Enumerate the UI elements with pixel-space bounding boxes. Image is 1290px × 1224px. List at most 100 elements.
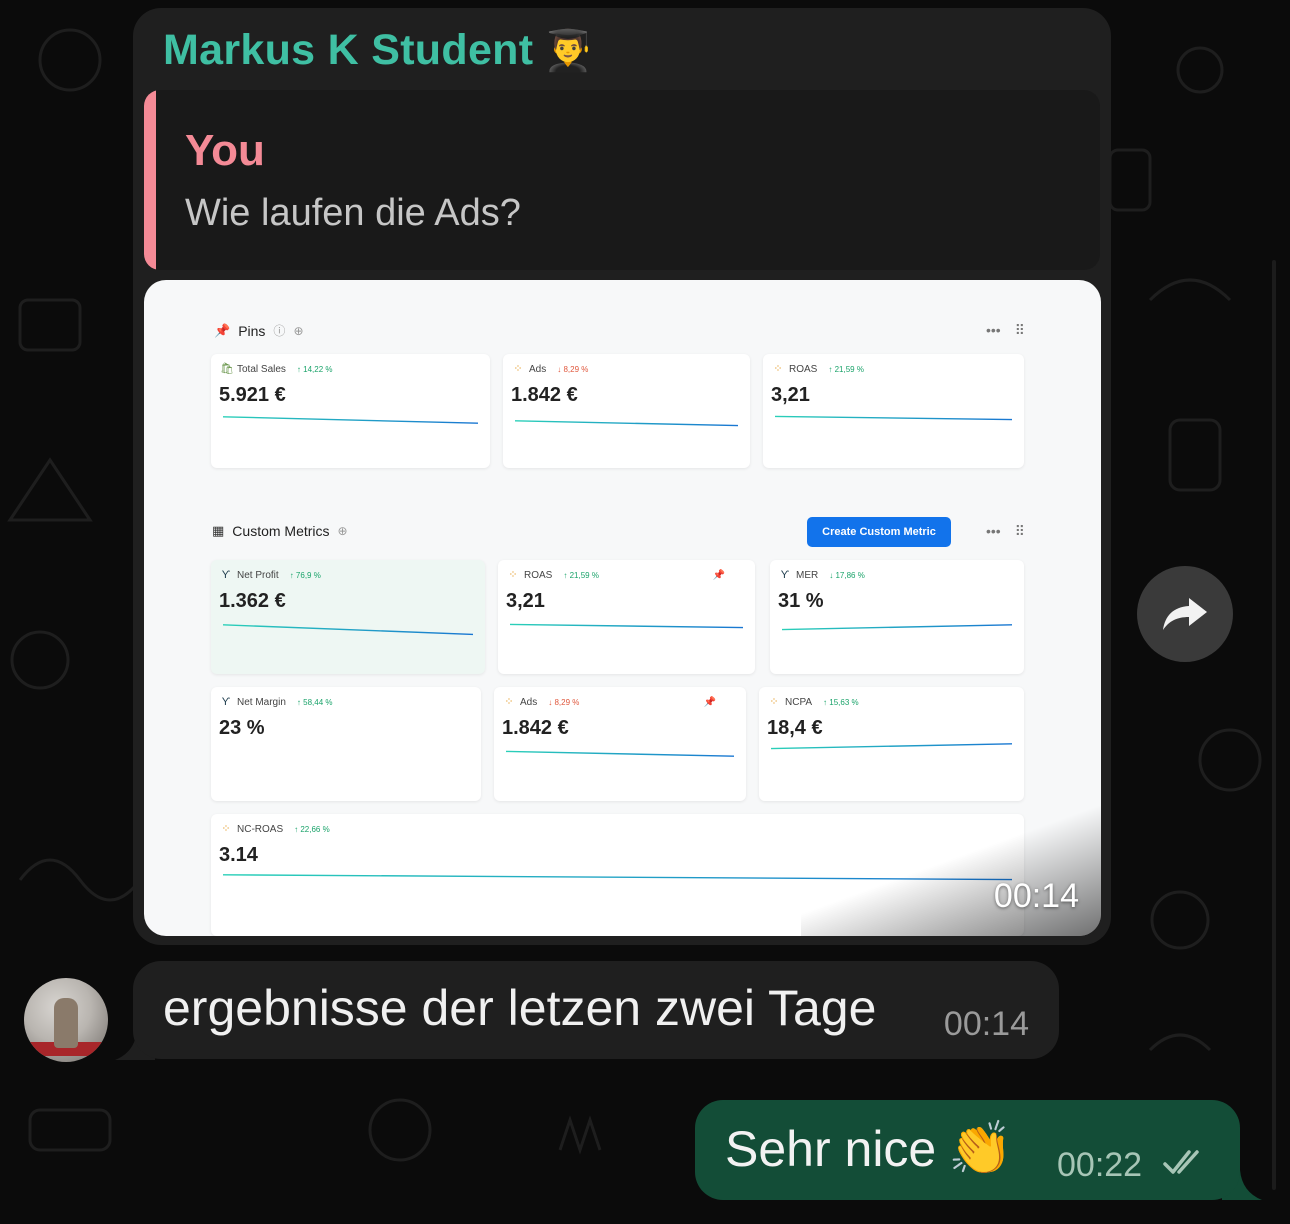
student-emoji: 👨‍🎓 [543,29,594,73]
add-icon: ⊕ [293,323,304,338]
card-header: ⁘ ROAS ↑ 21,59 % [507,569,599,581]
triple-whale-icon: Ƴ [221,569,231,581]
card-value: 3.14 [219,844,258,866]
card-label: MER [796,569,819,581]
triple-whale-icon: Ƴ [780,569,790,581]
clap-emoji: 👏 [948,1120,1013,1178]
delta-badge: ↑ 22,66 % [294,824,330,834]
custom-toolbar: ••• ⠿ [986,523,1025,540]
card-header: ⁘ ROAS ↑ 21,59 % [772,363,864,375]
calculator-icon: ▦ [212,523,225,538]
card-label: Net Profit [237,569,279,581]
metric-card-mer: Ƴ MER ↓ 17,86 % 31 % [770,560,1024,674]
meta-dots-icon: ⁘ [773,363,783,375]
more-icon: ••• [986,523,1001,539]
delta-badge: ↑ 58,44 % [296,697,333,707]
forward-button[interactable] [1137,566,1233,662]
sender-name[interactable]: Markus K Student 👨‍🎓 [163,26,593,75]
metric-card-ncpa: ⁘ NCPA ↑ 15,63 % 18,4 € [759,687,1024,801]
delta-badge: ↑ 76,9 % [289,570,321,580]
meta-dots-icon: ⁘ [513,363,523,375]
delta-badge: ↑ 21,59 % [563,570,599,580]
card-header: ⁘ Ads ↓ 8,29 % [503,696,579,708]
delta-value: 21,59 % [569,570,599,580]
incoming-text-bubble[interactable]: ergebnisse der letzen zwei Tage 00:14 [133,961,1059,1059]
double-check-icon [1163,1150,1199,1174]
sparkline [506,745,734,761]
sparkline [775,410,1012,426]
add-icon: ⊕ [337,524,348,538]
card-label: Total Sales [237,363,286,375]
pins-title: Pins [238,322,266,339]
card-value: 3,21 [771,384,810,406]
delta-value: 8,29 % [563,364,589,374]
pin-icon: 📌 [214,322,231,338]
more-icon: ••• [986,322,1001,338]
meta-dots-icon: ⁘ [508,569,518,581]
delta-value: 58,44 % [303,697,333,707]
avatar[interactable] [24,978,108,1062]
message-time: 00:22 [1057,1146,1143,1184]
incoming-message-bubble[interactable]: Markus K Student 👨‍🎓 You Wie laufen die A… [133,8,1111,945]
card-header: 🛍 Total Sales ↑ 14,22 % [220,363,333,375]
sparkline [510,618,743,634]
delta-badge: ↓ 17,86 % [829,570,865,580]
forward-arrow-icon [1163,598,1207,630]
pin-card-ads: ⁘ Ads ↓ 8,29 % 1.842 € [503,354,750,468]
avatar-figure [54,998,78,1048]
delta-badge: ↓ 8,29 % [557,364,589,374]
card-value: 3,21 [506,590,545,612]
card-header: Ƴ MER ↓ 17,86 % [779,569,865,581]
card-value: 23 % [219,717,265,739]
sparkline [782,620,1012,636]
create-custom-metric-button: Create Custom Metric [807,517,951,547]
help-icon: ⓘ [273,324,286,338]
dashboard-screenshot-image[interactable]: 📌 Pins ⓘ ⊕ ••• ⠿ 🛍 Total Sales ↑ 14,22 % 5.… [144,280,1101,936]
timestamp-shade [801,806,1101,936]
media-timestamp: 00:14 [993,877,1079,915]
card-label: NC-ROAS [237,823,284,835]
card-label: NCPA [785,696,813,708]
grid-icon: ⠿ [1014,523,1025,539]
card-header: ⁘ Ads ↓ 8,29 % [512,363,588,375]
card-value: 5.921 € [219,384,286,406]
delta-value: 76,9 % [295,570,321,580]
card-header: ⁘ NCPA ↑ 15,63 % [768,696,859,708]
metric-card-net-profit: Ƴ Net Profit ↑ 76,9 % 1.362 € [211,560,485,674]
outgoing-message-bubble[interactable]: Sehr nice 👏 00:22 [695,1100,1240,1200]
quote-bar [144,90,156,270]
card-label: Net Margin [237,696,286,708]
card-value: 1.842 € [511,384,578,406]
delta-badge: ↓ 8,29 % [548,697,580,707]
sparkline [771,739,1012,755]
quote-author: You [185,126,265,175]
card-label: ROAS [789,363,818,375]
outgoing-text-content: Sehr nice [725,1121,937,1177]
card-value: 1.842 € [502,717,569,739]
metric-card-roas: ⁘ ROAS ↑ 21,59 % 📌 3,21 [498,560,755,674]
outgoing-text: Sehr nice 👏 [725,1118,1013,1179]
message-text: ergebnisse der letzen zwei Tage [163,980,877,1036]
sparkline [223,620,473,636]
pin-card-roas: ⁘ ROAS ↑ 21,59 % 3,21 [763,354,1024,468]
shopify-icon: 🛍 [220,363,234,375]
custom-metrics-title: Custom Metrics [232,523,330,539]
reply-quote[interactable]: You Wie laufen die Ads? [144,90,1100,270]
sparkline [515,416,738,432]
pins-header: 📌 Pins ⓘ ⊕ [214,322,304,339]
quote-text: Wie laufen die Ads? [185,192,521,234]
delta-value: 15,63 % [829,697,859,707]
delta-badge: ↑ 21,59 % [828,364,864,374]
meta-dots-icon: ⁘ [221,823,231,835]
pinned-icon: 📌 [712,570,725,581]
scrollbar[interactable] [1272,260,1276,1190]
card-header: Ƴ Net Margin ↑ 58,44 % [220,696,333,708]
grid-icon: ⠿ [1014,322,1025,338]
sparkline [223,412,478,428]
meta-dots-icon: ⁘ [769,696,779,708]
card-header: Ƴ Net Profit ↑ 76,9 % [220,569,321,581]
delta-badge: ↑ 14,22 % [296,364,333,374]
card-label: Ads [529,363,547,375]
pin-card-total-sales: 🛍 Total Sales ↑ 14,22 % 5.921 € [211,354,490,468]
metric-card-net-margin: Ƴ Net Margin ↑ 58,44 % 23 % [211,687,481,801]
